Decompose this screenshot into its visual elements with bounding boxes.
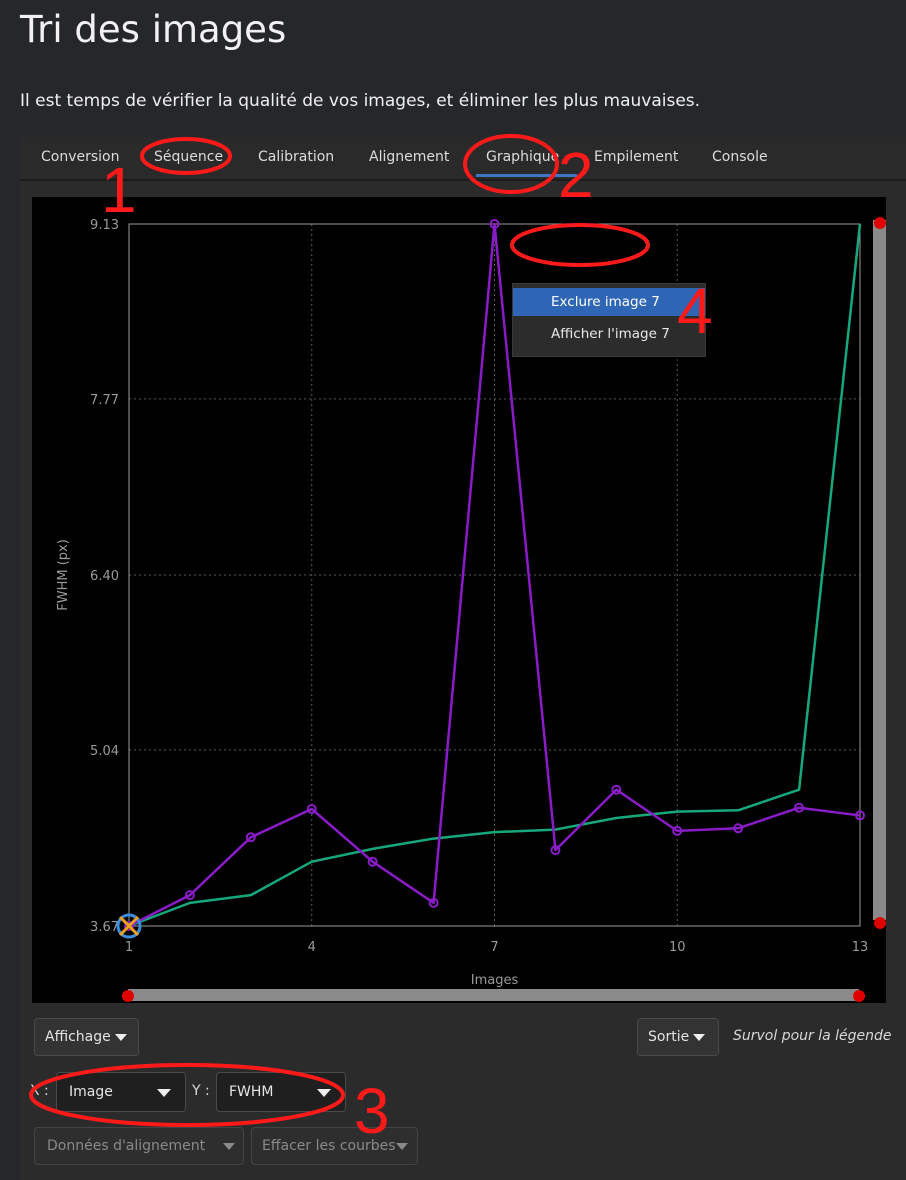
tab-conversion[interactable]: Conversion (41, 149, 120, 165)
y-tick-label: 6.40 (90, 569, 119, 584)
y-tick-label: 5.04 (90, 744, 119, 759)
chevron-down-icon (114, 1033, 127, 1041)
plot-area[interactable]: 3.67 5.04 6.40 7.77 9.13 1 4 7 10 13 Images FWHM (p… (32, 197, 886, 1003)
alignment-data-button-label: Données d'alignement (47, 1138, 206, 1154)
vertical-range-handle-top[interactable] (874, 217, 886, 229)
display-button[interactable]: Affichage (34, 1018, 139, 1056)
chevron-down-icon (395, 1142, 408, 1150)
tab-console[interactable]: Console (712, 149, 768, 165)
tab-calibration[interactable]: Calibration (258, 149, 334, 165)
horizontal-range-bar (128, 989, 859, 1001)
fwhm-chart[interactable]: 3.67 5.04 6.40 7.77 9.13 1 4 7 10 13 Images FWHM (p… (32, 197, 886, 1003)
x-tick-label: 1 (125, 940, 133, 955)
y-axis-select[interactable]: FWHM (216, 1072, 346, 1112)
menu-item-show-image[interactable]: Afficher l'image 7 (513, 320, 705, 348)
clear-curves-button[interactable]: Effacer les courbes (251, 1127, 418, 1165)
legend-hint: Survol pour la légende (733, 1028, 892, 1044)
clear-curves-button-label: Effacer les courbes (262, 1138, 396, 1154)
x-tick-label: 7 (490, 940, 498, 955)
page-title: Tri des images (20, 8, 287, 51)
display-button-label: Affichage (45, 1029, 111, 1045)
y-tick-label: 3.67 (90, 920, 119, 935)
x-axis-selector-label: X : (30, 1083, 49, 1099)
output-button[interactable]: Sortie (637, 1018, 719, 1056)
horizontal-range-handle-right[interactable] (853, 990, 865, 1002)
y-axis-label: FWHM (px) (56, 539, 71, 611)
intro-text: Il est temps de vérifier la qualité de v… (20, 91, 701, 111)
tab-sequence[interactable]: Séquence (154, 149, 223, 165)
tab-bar: Conversion Séquence Calibration Aligneme… (20, 137, 906, 181)
y-tick-label: 7.77 (90, 393, 119, 408)
tab-empilement[interactable]: Empilement (594, 149, 678, 165)
vertical-range-bar (873, 220, 886, 920)
chevron-down-icon (693, 1033, 706, 1041)
app-window: Conversion Séquence Calibration Aligneme… (20, 137, 906, 1180)
y-axis-select-value: FWHM (229, 1084, 274, 1100)
tab-graphique[interactable]: Graphique (475, 149, 578, 177)
x-axis-label: Images (471, 973, 519, 988)
chevron-down-icon (223, 1142, 236, 1150)
y-tick-label: 9.13 (90, 218, 119, 233)
output-button-label: Sortie (648, 1029, 690, 1045)
horizontal-range-handle-left[interactable] (122, 990, 134, 1002)
tab-alignement[interactable]: Alignement (369, 149, 449, 165)
x-tick-label: 4 (308, 940, 316, 955)
menu-item-exclude-image[interactable]: Exclure image 7 (513, 288, 705, 316)
vertical-range-handle-bottom[interactable] (874, 917, 886, 929)
y-axis-selector-label: Y : (192, 1083, 210, 1099)
chevron-down-icon (317, 1089, 331, 1097)
x-axis-select[interactable]: Image (56, 1072, 186, 1112)
chevron-down-icon (157, 1089, 171, 1097)
x-tick-label: 10 (669, 940, 686, 955)
context-menu: Exclure image 7 Afficher l'image 7 (512, 283, 706, 357)
x-axis-select-value: Image (69, 1084, 113, 1100)
alignment-data-button[interactable]: Données d'alignement (34, 1127, 244, 1165)
x-tick-label: 13 (852, 940, 869, 955)
